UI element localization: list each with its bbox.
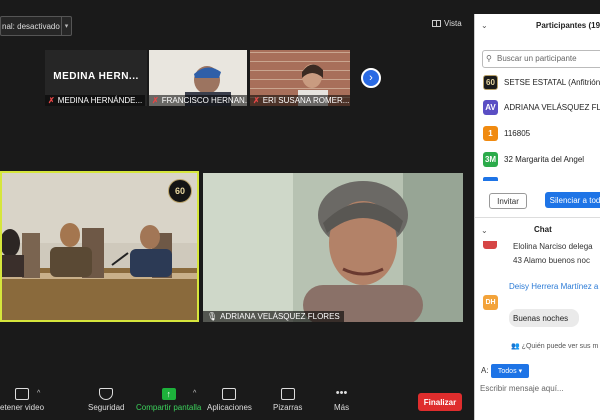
- avatar: 1: [483, 125, 498, 141]
- participant-thumbnail[interactable]: ✗ ERI SUSANA ROMER...: [250, 50, 350, 106]
- participant-name: 116805: [504, 128, 531, 138]
- participant-name-tag: ✗ MEDINA HERNÁNDE...: [45, 95, 146, 106]
- apps-icon: [222, 388, 237, 400]
- avatar: DH: [483, 295, 498, 310]
- participant-video-tile[interactable]: 🎙 ADRIANA VELÁSQUEZ FLORES: [203, 173, 463, 322]
- participant-name: ERI SUSANA ROMER...: [262, 96, 350, 105]
- more-label: Más: [334, 403, 350, 412]
- participants-title: Participantes (19: [536, 21, 600, 30]
- chevron-right-icon: ›: [369, 72, 373, 84]
- avatar: 3M: [483, 151, 498, 167]
- recipient-label: A:: [481, 366, 489, 375]
- avatar: 60: [483, 74, 498, 90]
- view-button[interactable]: Vista: [432, 19, 462, 28]
- collapse-chevron-icon[interactable]: ⌄: [481, 21, 488, 30]
- participant-name: MEDINA HERNÁNDE...: [57, 96, 143, 105]
- avatar-partial: [483, 241, 497, 249]
- whiteboard-icon: [280, 388, 295, 400]
- who-can-see-text: ¿Quién puede ver sus m: [521, 343, 599, 350]
- video-options-caret[interactable]: ^: [37, 390, 40, 397]
- participant-thumbnail[interactable]: MEDINA HERN... ✗ MEDINA HERNÁNDE...: [45, 50, 147, 106]
- logo-text: 60: [174, 186, 185, 196]
- next-page-button[interactable]: ›: [361, 68, 381, 88]
- end-meeting-button[interactable]: Finalizar: [418, 393, 462, 411]
- who-can-see-link[interactable]: 👥 ¿Quién puede ver sus m: [511, 342, 598, 350]
- participant-search-input[interactable]: ⚲ Buscar un participante: [482, 50, 600, 68]
- avatar: AV: [483, 99, 498, 115]
- participant-name: ADRIANA VELÁSQUEZ FLORES: [220, 312, 340, 321]
- mute-all-button[interactable]: Silenciar a tod: [545, 192, 600, 208]
- more-dots-icon: •••: [335, 387, 348, 399]
- invite-button[interactable]: Invitar: [489, 193, 527, 209]
- participant-list-item[interactable]: 60 SETSE ESTATAL (Anfitrión,: [483, 74, 600, 90]
- shield-icon: [99, 388, 114, 400]
- participant-name-tag: ✗ ERI SUSANA ROMER...: [250, 95, 350, 106]
- participant-name: 32 Margarita del Angel: [504, 154, 585, 164]
- search-placeholder: Buscar un participante: [497, 54, 577, 63]
- people-icon: 👥: [511, 343, 520, 350]
- chevron-down-icon: ▾: [518, 368, 523, 375]
- organization-logo: 60: [168, 179, 192, 203]
- search-icon: ⚲: [486, 54, 492, 63]
- avatar-partial: [483, 177, 498, 181]
- mic-muted-icon: ✗: [48, 96, 55, 105]
- share-options-caret[interactable]: ^: [193, 390, 196, 397]
- chat-message: 43 Alamo buenos noc: [513, 256, 590, 265]
- participant-list-item[interactable]: 1 116805: [483, 125, 530, 141]
- chevron-down-icon[interactable]: ▾: [61, 17, 71, 35]
- chat-message: Elolina Narciso delega: [513, 242, 593, 251]
- participant-name-tag: 🎙 ADRIANA VELÁSQUEZ FLORES: [203, 311, 344, 322]
- chat-message-input[interactable]: Escribir mensaje aquí...: [480, 384, 564, 393]
- grid-view-icon: [432, 20, 441, 27]
- security-button[interactable]: Seguridad: [88, 388, 124, 412]
- chat-bubble: Buenas noches: [509, 309, 579, 327]
- security-label: Seguridad: [88, 403, 125, 412]
- chat-input-placeholder: Escribir mensaje aquí...: [480, 384, 564, 393]
- meeting-toolbar: etener video ^ Seguridad ↑ Compartir pan…: [0, 384, 474, 420]
- status-dropdown[interactable]: nal: desactivado ▾: [0, 16, 72, 36]
- active-speaker-tile[interactable]: 60: [0, 171, 199, 322]
- side-panel: ⌄ Participantes (19 ⚲ Buscar un particip…: [474, 14, 600, 420]
- share-screen-icon: ↑: [161, 388, 176, 400]
- view-label: Vista: [444, 19, 462, 28]
- more-button[interactable]: ••• Más: [334, 387, 350, 413]
- stop-video-label: etener video: [0, 403, 45, 412]
- apps-button[interactable]: Aplicaciones: [207, 388, 252, 412]
- status-dropdown-text: nal: desactivado: [2, 21, 60, 31]
- participant-list-item[interactable]: 3M 32 Margarita del Angel: [483, 151, 584, 167]
- recipient-select[interactable]: Todos ▾: [491, 364, 529, 378]
- participant-thumbnail[interactable]: ✗ FRANCISCO HERNAN...: [149, 50, 247, 106]
- collapse-chevron-icon[interactable]: ⌄: [481, 226, 488, 235]
- chat-sender: Deisy Herrera Martínez a: [509, 282, 599, 291]
- mic-muted-icon: ✗: [152, 96, 159, 105]
- participant-name: SETSE ESTATAL (Anfitrión,: [504, 77, 600, 87]
- participant-video: [203, 173, 463, 322]
- whiteboard-label: Pizarras: [273, 403, 303, 412]
- participant-name-tag: ✗ FRANCISCO HERNAN...: [149, 95, 247, 106]
- participant-list-item[interactable]: AV ADRIANA VELÁSQUEZ FLO: [483, 99, 600, 115]
- participants-header: ⌄ Participantes (19: [475, 18, 600, 36]
- apps-label: Aplicaciones: [207, 403, 252, 412]
- chat-header: ⌄ Chat: [475, 224, 600, 238]
- recipient-value: Todos: [497, 367, 517, 375]
- mic-muted-icon: ✗: [253, 96, 260, 105]
- panel-divider: [475, 217, 600, 218]
- whiteboard-button[interactable]: Pizarras: [273, 388, 302, 412]
- participant-name: ADRIANA VELÁSQUEZ FLO: [504, 102, 600, 112]
- chat-title: Chat: [534, 225, 552, 234]
- mic-icon: 🎙: [207, 312, 218, 321]
- participant-name: FRANCISCO HERNAN...: [161, 96, 247, 105]
- video-camera-icon: [15, 388, 30, 400]
- share-screen-button[interactable]: ↑ Compartir pantalla: [136, 388, 201, 412]
- participant-display-name: MEDINA HERN...: [53, 71, 139, 82]
- share-screen-label: Compartir pantalla: [136, 403, 202, 412]
